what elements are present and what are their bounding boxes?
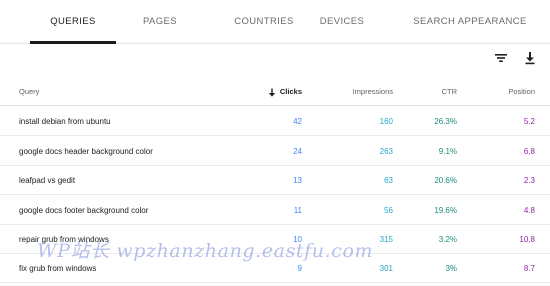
tab-countries[interactable]: COUNTRIES <box>215 0 313 44</box>
column-header-ctr[interactable]: CTR <box>442 78 457 106</box>
query-cell: google docs header background color <box>19 147 153 156</box>
watermark: WP站长 wpzhanzhang.eastfu.com <box>37 240 374 262</box>
tab-queries[interactable]: QUERIES <box>30 0 116 44</box>
impressions-cell: 315 <box>379 235 393 244</box>
clicks-cell: 24 <box>293 147 302 156</box>
query-cell: install debian from ubuntu <box>19 117 111 126</box>
ctr-cell: 19.6% <box>434 206 457 215</box>
ctr-cell: 9.1% <box>438 147 457 156</box>
download-icon <box>525 52 535 65</box>
position-cell: 8.7 <box>523 264 535 273</box>
table-row[interactable]: google docs header background color 24 2… <box>0 137 550 166</box>
position-cell: 6.8 <box>523 147 535 156</box>
impressions-cell: 56 <box>384 206 393 215</box>
column-header-position[interactable]: Position <box>508 78 535 106</box>
impressions-cell: 301 <box>379 264 393 273</box>
position-cell: 5.2 <box>523 117 535 126</box>
position-cell: 2.3 <box>523 176 535 185</box>
impressions-cell: 160 <box>379 117 393 126</box>
ctr-cell: 20.6% <box>434 176 457 185</box>
tab-search-appearance[interactable]: SEARCH APPEARANCE <box>395 0 545 44</box>
clicks-cell: 42 <box>293 117 302 126</box>
clicks-cell: 13 <box>293 176 302 185</box>
filter-icon <box>495 54 507 62</box>
query-cell: leafpad vs gedit <box>19 176 76 185</box>
arrow-down-icon <box>268 88 276 97</box>
table-row[interactable]: install debian from ubuntu 42 160 26.3% … <box>0 107 550 136</box>
column-header-impressions[interactable]: Impressions <box>353 78 393 106</box>
tab-pages[interactable]: PAGES <box>125 0 195 44</box>
ctr-cell: 26.3% <box>434 117 457 126</box>
table-row[interactable]: google docs footer background color 11 5… <box>0 196 550 225</box>
ctr-cell: 3.2% <box>438 235 457 244</box>
clicks-cell: 11 <box>293 206 302 215</box>
tab-devices[interactable]: DEVICES <box>310 0 374 44</box>
table-row[interactable]: leafpad vs gedit 13 63 20.6% 2.3 <box>0 166 550 195</box>
column-header-clicks-label: Clicks <box>279 87 302 96</box>
active-tab-indicator <box>30 41 116 44</box>
report-tabs: QUERIES PAGES COUNTRIES DEVICES SEARCH A… <box>0 0 550 44</box>
query-cell: google docs footer background color <box>19 206 149 215</box>
position-cell: 10.8 <box>519 235 535 244</box>
download-button[interactable] <box>520 48 540 68</box>
impressions-cell: 263 <box>379 147 393 156</box>
position-cell: 4.8 <box>523 206 535 215</box>
impressions-cell: 63 <box>384 176 393 185</box>
ctr-cell: 3% <box>445 264 457 273</box>
column-header-query[interactable]: Query <box>19 78 39 106</box>
table-header: Query Clicks Impressions CTR Position <box>0 78 550 106</box>
column-header-clicks[interactable]: Clicks <box>268 78 302 106</box>
filter-button[interactable] <box>491 48 511 68</box>
